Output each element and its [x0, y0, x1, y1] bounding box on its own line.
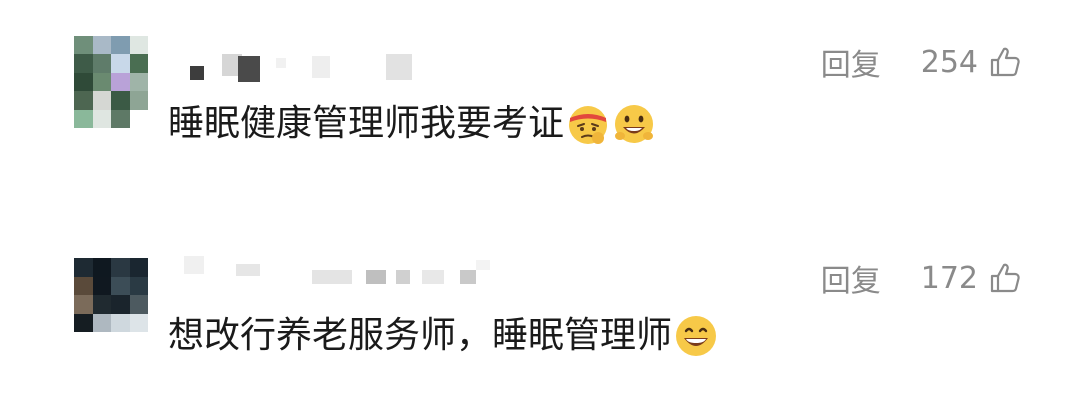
- comment-item: 回复 172 想改行养老服务师，睡眠管理师: [0, 210, 1080, 406]
- reply-button[interactable]: 回复: [821, 40, 881, 84]
- big-smile-emoji: [674, 314, 718, 358]
- avatar[interactable]: [74, 258, 148, 332]
- determined-headband-emoji: [566, 102, 610, 146]
- comment-text-content: 想改行养老服务师，睡眠管理师: [168, 315, 673, 356]
- username-blurred[interactable]: [176, 50, 426, 84]
- username-blurred[interactable]: [176, 256, 516, 290]
- like-count: 254: [920, 44, 978, 80]
- comment-actions: 回复 172: [821, 256, 1022, 300]
- comment-text: 睡眠健康管理师我要考证: [168, 98, 656, 150]
- like-count: 172: [920, 260, 978, 296]
- avatar[interactable]: [74, 36, 148, 128]
- comment-item: 回复 254 睡眠健康管理师我要考证: [0, 0, 1080, 200]
- grinning-peace-emoji: [612, 102, 656, 146]
- thumbs-up-icon[interactable]: [988, 261, 1022, 295]
- comment-text-content: 睡眠健康管理师我要考证: [168, 103, 565, 144]
- reply-button[interactable]: 回复: [821, 256, 881, 300]
- thumbs-up-icon[interactable]: [988, 45, 1022, 79]
- comment-text: 想改行养老服务师，睡眠管理师: [168, 310, 718, 362]
- comment-actions: 回复 254: [821, 40, 1022, 84]
